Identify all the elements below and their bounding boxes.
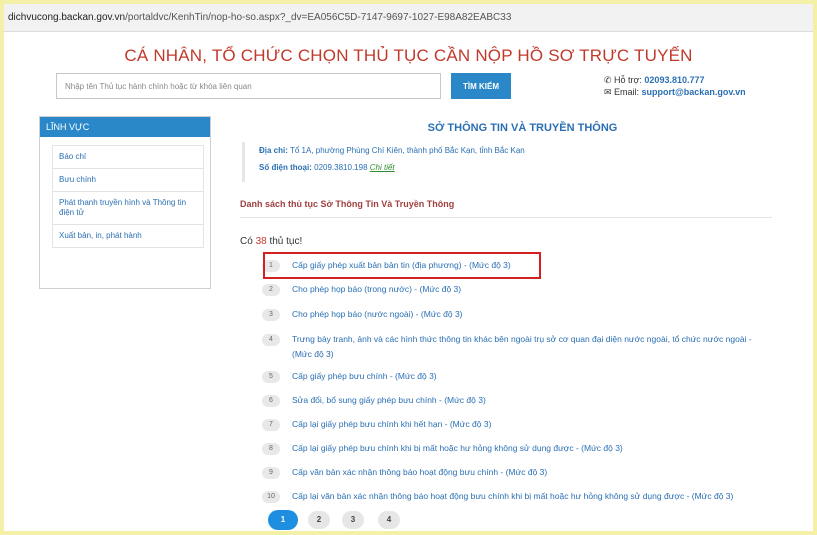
procedure-number: 5 [262,371,280,383]
sidebar-item-bao-chi[interactable]: Báo chí [53,146,203,169]
count-suffix: thủ tục! [266,236,303,247]
phone-label: Số điện thoại: [259,163,312,172]
email-value[interactable]: support@backan.gov.vn [642,87,746,97]
procedure-number: 9 [262,467,280,479]
hotline-label: Hỗ trợ: [614,75,642,85]
page-button-4[interactable]: 4 [378,511,400,529]
search-input[interactable] [56,73,441,99]
procedure-link[interactable]: Cấp văn bản xác nhận thông báo hoạt động… [292,465,772,480]
org-phone: 0209.3810.198 [314,163,368,172]
count-number: 38 [255,236,267,247]
org-name: SỞ THÔNG TIN VÀ TRUYỀN THÔNG [427,122,618,134]
page-button-3[interactable]: 3 [342,511,364,529]
contact-info: ✆ Hỗ trợ: 02093.810.777 ✉ Email: support@b… [604,74,746,98]
sidebar-item-phat-thanh[interactable]: Phát thanh truyền hình và Thông tin điện… [53,192,203,225]
procedure-link[interactable]: Sửa đổi, bổ sung giấy phép bưu chính - (… [292,393,772,408]
email-label: Email: [614,87,640,97]
procedure-link[interactable]: Cấp lại giấy phép bưu chính khi hết hạn … [292,417,772,432]
phone-icon: ✆ [604,75,612,85]
sidebar-header: LĨNH VỰC [40,117,210,137]
procedure-number: 3 [262,309,280,321]
procedure-link[interactable]: Trưng bày tranh, ảnh và các hình thức th… [292,332,772,362]
divider [240,217,772,218]
procedure-link[interactable]: Cho phép họp báo (nước ngoài) - (Mức độ … [292,307,772,322]
procedure-count: Có 38 thủ tục! [240,236,302,247]
mail-icon: ✉ [604,87,612,97]
highlight-box [263,252,541,279]
procedure-number: 10 [262,491,280,503]
address-bar[interactable]: dichvucong.backan.gov.vn/portaldvc/KenhT… [4,4,813,32]
procedure-number: 6 [262,395,280,407]
address-path: /portaldvc/KenhTin/nop-ho-so.aspx?_dv=EA… [125,12,512,23]
detail-link[interactable]: Chi tiết [370,163,395,172]
org-info: Địa chỉ: Tổ 1A, phường Phùng Chí Kiên, t… [242,142,802,182]
procedure-link[interactable]: Cấp lại văn bản xác nhận thông báo hoạt … [292,489,772,504]
search-button[interactable]: TÌM KIẾM [451,73,511,99]
page-button-1[interactable]: 1 [268,510,298,530]
sidebar-item-buu-chinh[interactable]: Bưu chính [53,169,203,192]
procedure-number: 2 [262,284,280,296]
hotline-value: 02093.810.777 [644,75,705,85]
address-label: Địa chỉ: [259,146,288,155]
address-host: dichvucong.backan.gov.vn [8,12,126,23]
browser-window: dichvucong.backan.gov.vn/portaldvc/KenhT… [4,4,813,531]
procedure-number: 8 [262,443,280,455]
org-address: Tổ 1A, phường Phùng Chí Kiên, thành phố … [289,146,525,155]
count-prefix: Có [240,236,256,247]
procedure-link[interactable]: Cấp lại giấy phép bưu chính khi bị mất h… [292,441,772,456]
sidebar-item-xuat-ban[interactable]: Xuất bản, in, phát hành [53,225,203,247]
list-title: Danh sách thủ tục Sở Thông Tin Và Truyền… [240,199,455,209]
procedure-number: 7 [262,419,280,431]
page-title: CÁ NHÂN, TỔ CHỨC CHỌN THỦ TỤC CẦN NỘP HỒ… [124,46,693,65]
sidebar-list: Báo chí Bưu chính Phát thanh truyền hình… [52,145,204,248]
page-button-2[interactable]: 2 [308,511,330,529]
procedure-number: 4 [262,334,280,346]
procedure-link[interactable]: Cấp giấy phép bưu chính - (Mức độ 3) [292,369,772,384]
procedure-link[interactable]: Cho phép họp báo (trong nước) - (Mức độ … [292,282,772,297]
sidebar: LĨNH VỰC Báo chí Bưu chính Phát thanh tr… [39,116,211,289]
